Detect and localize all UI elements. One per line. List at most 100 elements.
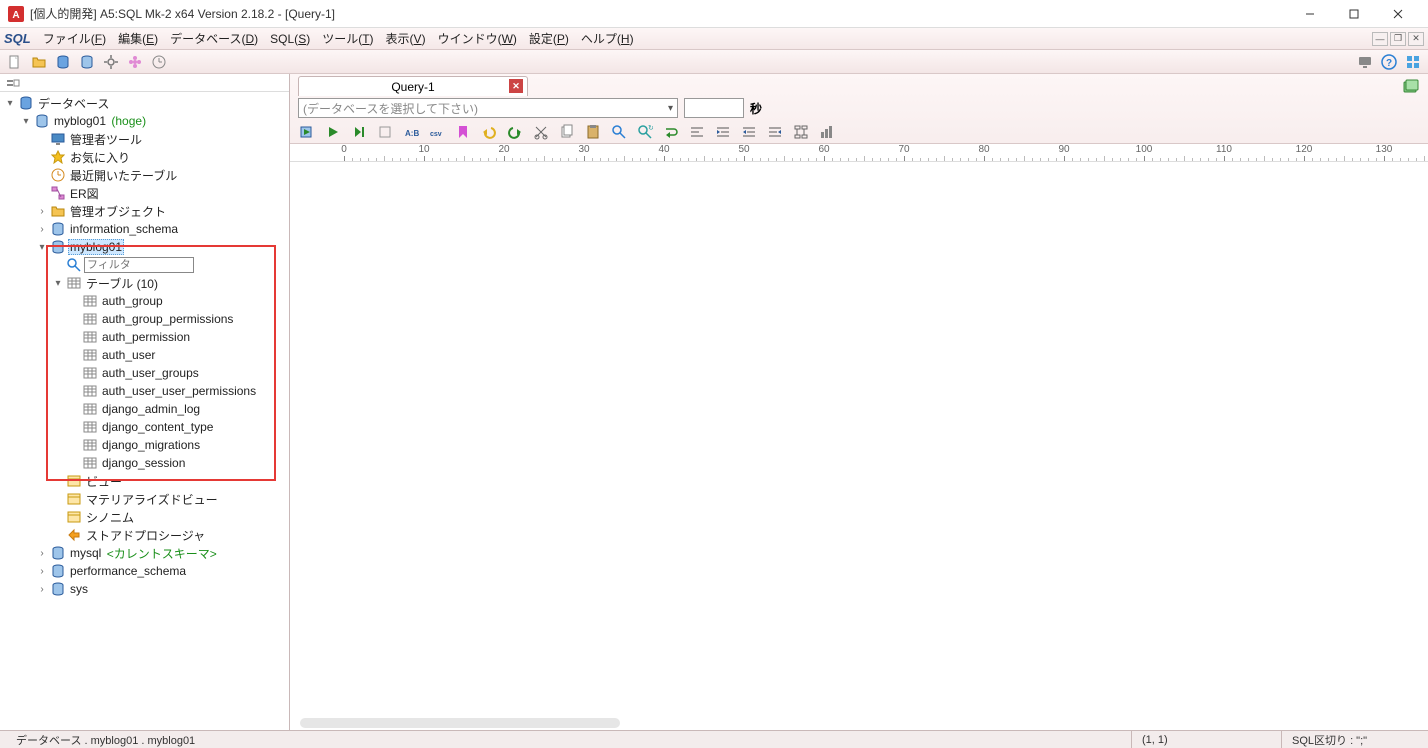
horizontal-scrollbar[interactable] (290, 718, 1428, 730)
explain-icon[interactable]: A:B (402, 123, 420, 141)
expand-icon[interactable]: ▾ (36, 242, 48, 253)
menu-item[interactable]: ヘルプ(H) (575, 30, 640, 48)
ruler: 0102030405060708090100110120130 (290, 144, 1428, 162)
undo-icon[interactable] (480, 123, 498, 141)
database-icon[interactable] (54, 53, 72, 71)
expand-icon[interactable]: › (36, 548, 48, 559)
monitor-icon[interactable] (1356, 53, 1374, 71)
main-toolbar: ? (0, 50, 1428, 74)
tree-mgmt-objects[interactable]: ›管理オブジェクト (36, 202, 289, 220)
tree-table[interactable]: auth_user_groups (68, 364, 289, 382)
help-icon[interactable]: ? (1380, 53, 1398, 71)
chart-icon[interactable] (818, 123, 836, 141)
grid-icon[interactable] (1404, 53, 1422, 71)
csv-icon[interactable]: csv (428, 123, 446, 141)
clock-icon[interactable] (150, 53, 168, 71)
gear-icon[interactable] (102, 53, 120, 71)
menu-item[interactable]: 編集(E) (112, 30, 164, 48)
db-tree-icon[interactable] (78, 53, 96, 71)
menu-item[interactable]: 表示(V) (380, 30, 432, 48)
tree-table[interactable]: auth_user_user_permissions (68, 382, 289, 400)
new-file-icon[interactable] (6, 53, 24, 71)
tree-procs[interactable]: ストアドプロシージャ (52, 526, 289, 544)
tree-schema-myblog01[interactable]: ▾myblog01 (36, 238, 289, 256)
expand-icon[interactable]: ▾ (52, 278, 64, 289)
expand-icon[interactable]: › (36, 584, 48, 595)
tree-table[interactable]: auth_permission (68, 328, 289, 346)
mdi-restore-button[interactable]: ❐ (1390, 32, 1406, 46)
indent-right-icon[interactable] (714, 123, 732, 141)
replace-icon[interactable]: ↻ (636, 123, 654, 141)
new-tab-icon[interactable] (1402, 78, 1420, 96)
tree-schema-sys-icon (50, 581, 66, 597)
tree-table[interactable]: auth_group (68, 292, 289, 310)
seconds-input[interactable] (684, 98, 744, 118)
tree-favorites[interactable]: お気に入り (36, 148, 289, 166)
tree-toggle-icon[interactable] (4, 74, 22, 92)
expand-icon[interactable]: › (36, 224, 48, 235)
seconds-label: 秒 (750, 100, 762, 117)
tree-views[interactable]: ビュー (52, 472, 289, 490)
sql-editor[interactable] (290, 162, 1428, 730)
tree-schema-mysql[interactable]: ›mysql <カレントスキーマ> (36, 544, 289, 562)
stop-icon[interactable] (376, 123, 394, 141)
cut-icon[interactable] (532, 123, 550, 141)
tree-matviews[interactable]: マテリアライズドビュー (52, 490, 289, 508)
open-file-icon[interactable] (30, 53, 48, 71)
tree-table[interactable]: django_admin_log (68, 400, 289, 418)
expand-icon[interactable]: ▾ (20, 116, 32, 127)
tree-table[interactable]: django_session (68, 454, 289, 472)
close-icon[interactable]: ✕ (509, 79, 523, 93)
tree-table[interactable]: django_content_type (68, 418, 289, 436)
align-left-icon[interactable] (688, 123, 706, 141)
wrap-icon[interactable] (662, 123, 680, 141)
tree-er-diagram[interactable]: ER図 (36, 184, 289, 202)
svg-text:↻: ↻ (648, 125, 653, 132)
expand-icon[interactable]: › (36, 206, 48, 217)
bookmark-icon[interactable] (454, 123, 472, 141)
mdi-close-button[interactable]: ✕ (1408, 32, 1424, 46)
expand-icon[interactable]: › (36, 566, 48, 577)
menu-item[interactable]: ファイル(F) (37, 30, 112, 48)
tree-root-database[interactable]: ▾データベース (4, 94, 289, 112)
database-select[interactable]: (データベースを選択して下さい) ▾ (298, 98, 678, 118)
outdent-icon[interactable] (766, 123, 784, 141)
tree-tables-folder[interactable]: ▾テーブル (10) (52, 274, 289, 292)
mdi-minimize-button[interactable]: — (1372, 32, 1388, 46)
tree-schema-performance[interactable]: ›performance_schema (36, 562, 289, 580)
flower-icon[interactable] (126, 53, 144, 71)
tree-table[interactable]: auth_group_permissions (68, 310, 289, 328)
search-icon[interactable] (610, 123, 628, 141)
menu-item[interactable]: ウインドウ(W) (432, 30, 523, 48)
tree-schema-performance-icon (50, 563, 66, 579)
minimize-button[interactable] (1288, 0, 1332, 28)
tree-synonyms[interactable]: シノニム (52, 508, 289, 526)
copy-icon[interactable] (558, 123, 576, 141)
menu-item[interactable]: ツール(T) (316, 30, 379, 48)
menu-item[interactable]: データベース(D) (164, 30, 264, 48)
run-step-icon[interactable] (350, 123, 368, 141)
tree-information-schema[interactable]: ›information_schema (36, 220, 289, 238)
expand-icon[interactable]: ▾ (4, 98, 16, 109)
paste-icon[interactable] (584, 123, 602, 141)
run-query-icon[interactable] (298, 123, 316, 141)
tree-recent-tables[interactable]: 最近開いたテーブル (36, 166, 289, 184)
indent-left-icon[interactable] (740, 123, 758, 141)
run-icon[interactable] (324, 123, 342, 141)
redo-icon[interactable] (506, 123, 524, 141)
maximize-button[interactable] (1332, 0, 1376, 28)
tree-label: ビュー (84, 473, 124, 490)
tab-query1[interactable]: Query-1 ✕ (298, 76, 528, 96)
tree-table-icon (82, 383, 98, 399)
tree-table[interactable]: auth_user (68, 346, 289, 364)
tree-admin-tools[interactable]: 管理者ツール (36, 130, 289, 148)
tree-schema-sys[interactable]: ›sys (36, 580, 289, 598)
db-tree[interactable]: ▾データベース▾myblog01 (hoge)管理者ツールお気に入り最近開いたテ… (0, 92, 289, 730)
tree-connection[interactable]: ▾myblog01 (hoge) (20, 112, 289, 130)
menu-item[interactable]: 設定(P) (523, 30, 575, 48)
menu-item[interactable]: SQL(S) (264, 30, 316, 48)
filter-input[interactable] (84, 257, 194, 273)
tree-table[interactable]: django_migrations (68, 436, 289, 454)
structure-icon[interactable] (792, 123, 810, 141)
close-button[interactable] (1376, 0, 1420, 28)
